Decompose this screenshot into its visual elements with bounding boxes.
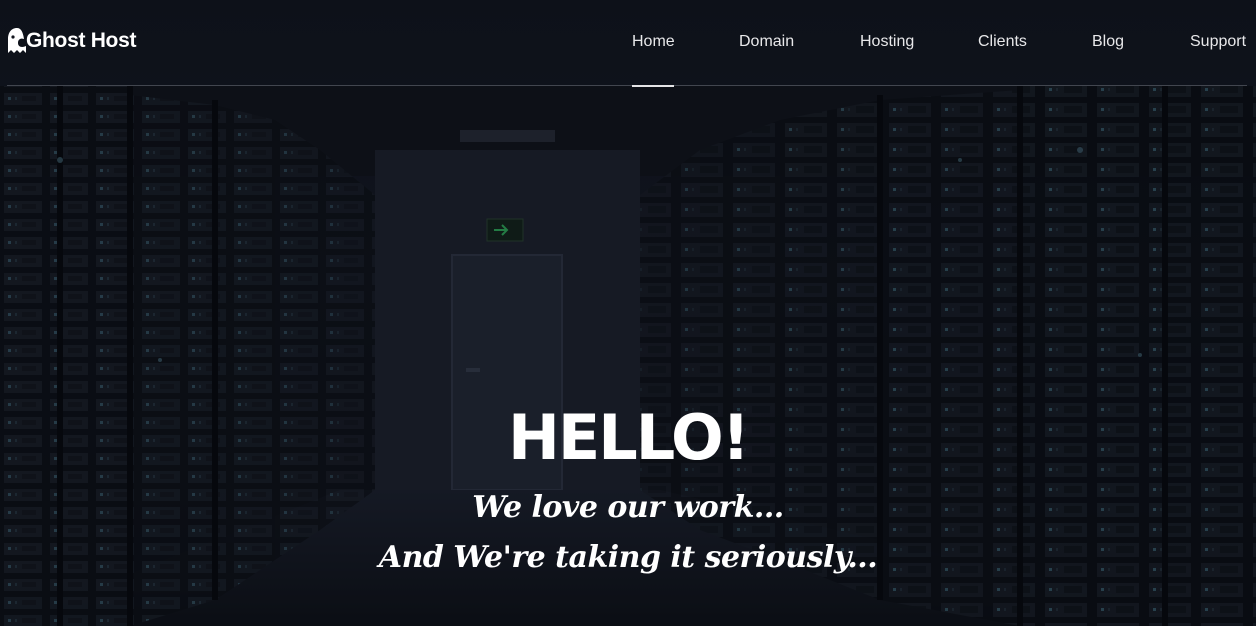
background-overlay — [0, 0, 1256, 626]
header-divider — [7, 85, 1247, 86]
brand-logo[interactable]: Ghost Host — [7, 26, 136, 56]
page: Ghost Host Home Domain Hosting Clients B… — [0, 0, 1256, 626]
nav-item-clients[interactable]: Clients — [978, 32, 1027, 52]
nav-item-domain[interactable]: Domain — [739, 32, 794, 52]
nav-item-home[interactable]: Home — [632, 32, 675, 52]
main-nav: Home Domain Hosting Clients Blog Support — [600, 0, 1256, 86]
nav-item-support[interactable]: Support — [1190, 32, 1246, 52]
nav-item-blog[interactable]: Blog — [1092, 32, 1124, 52]
hero-tagline-1: We love our work... — [472, 490, 784, 525]
site-header: Ghost Host Home Domain Hosting Clients B… — [0, 0, 1256, 87]
hero-title: HELLO! — [507, 401, 750, 474]
nav-item-hosting[interactable]: Hosting — [860, 32, 914, 52]
hero-tagline-2: And We're taking it seriously... — [378, 540, 878, 575]
active-nav-indicator — [632, 85, 674, 87]
ghost-icon — [8, 28, 26, 53]
brand-name: Ghost Host — [26, 29, 137, 52]
